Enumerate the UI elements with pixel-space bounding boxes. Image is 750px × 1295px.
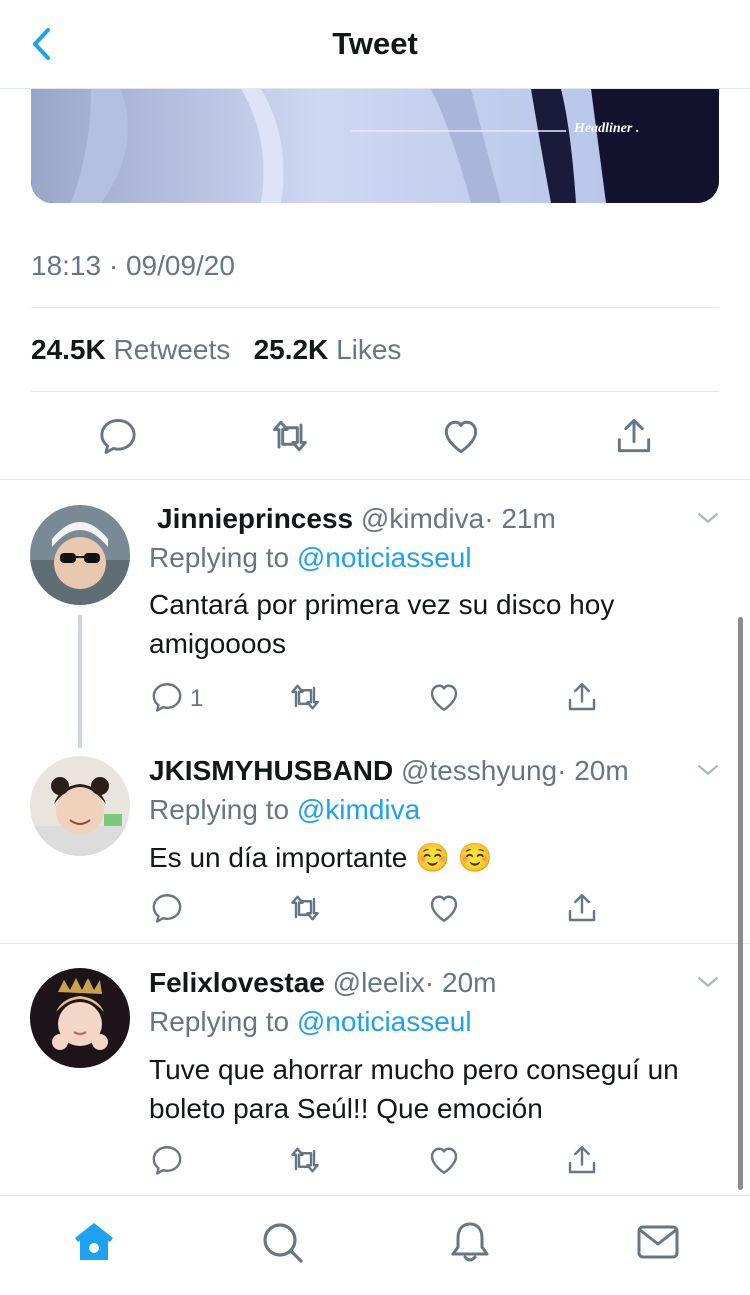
page-title: Tweet [332,26,418,61]
likes-label: Likes [336,334,402,365]
nav-header: Tweet [0,0,750,89]
reply-author-name[interactable]: Felixlovestae [149,967,325,998]
retweet-icon[interactable] [287,890,323,926]
retweets-label: Retweets [113,334,231,365]
reply-icon[interactable] [149,890,185,926]
replying-to: Replying to @kimdiva [149,794,420,826]
replying-to: Replying to @noticiasseul [149,1006,472,1038]
reply-count: 1 [190,685,204,712]
divider [0,943,750,944]
reply-header: Jinnieprincess @kimdiva· 21m [157,503,556,535]
replying-to-handle[interactable]: @noticiasseul [297,1006,472,1037]
home-icon[interactable] [70,1218,118,1266]
divider [0,479,750,480]
replying-prefix: Replying to [149,1006,290,1037]
replying-prefix: Replying to [149,794,290,825]
reply-icon[interactable] [149,1142,185,1178]
reply-text: Cantará por primera vez su disco hoy ami… [149,589,615,659]
like-icon[interactable] [439,414,483,458]
retweet-icon[interactable] [287,679,323,715]
reply-handle[interactable]: @leelix [333,967,425,998]
avatar[interactable] [30,968,130,1068]
reply-time: · 21m [484,503,556,534]
like-icon[interactable] [426,679,462,715]
reply-time: · 20m [557,755,629,786]
scrollbar[interactable] [738,617,743,1190]
chevron-down-icon[interactable] [693,755,723,785]
likes-count: 25.2K [253,334,329,365]
replying-to-handle[interactable]: @kimdiva [297,794,420,825]
chevron-down-icon[interactable] [693,967,723,997]
thread-line [78,615,82,748]
reply-text: Es un día importante ☺️ ☺️ [149,842,493,873]
divider [31,391,719,392]
replying-to: Replying to @noticiasseul [149,542,472,574]
replying-to-handle[interactable]: @noticiasseul [297,542,472,573]
reply-text: Tuve que ahorrar mucho pero conseguí un … [149,1054,679,1124]
avatar[interactable] [30,756,130,856]
retweets-count: 24.5K [31,334,106,365]
share-icon[interactable] [564,679,600,715]
share-icon[interactable] [564,890,600,926]
messages-icon[interactable] [634,1218,682,1266]
media-watermark: Headliner . [574,121,640,136]
reply-header: JKISMYHUSBAND @tesshyung· 20m [149,755,629,787]
retweet-icon[interactable] [287,1142,323,1178]
tweet-media[interactable]: Headliner . [31,89,719,203]
share-icon[interactable] [564,1142,600,1178]
tab-bar [0,1195,750,1295]
reply-time: · 20m [424,967,497,998]
like-icon[interactable] [426,890,462,926]
chevron-down-icon[interactable] [693,503,723,533]
likes-stat[interactable]: 25.2K Likes [254,334,402,365]
reply-author-name[interactable]: Jinnieprincess [157,503,353,534]
tweet-stats: 24.5K Retweets 25.2K Likes [31,334,401,366]
reply-header: Felixlovestae @leelix· 20m [149,967,496,999]
like-icon[interactable] [426,1142,462,1178]
search-icon[interactable] [258,1218,306,1266]
notifications-icon[interactable] [446,1218,494,1266]
divider [31,307,719,308]
tweet-timestamp: 18:13 · 09/09/20 [31,250,235,281]
retweet-icon[interactable] [268,414,312,458]
reply-author-name[interactable]: JKISMYHUSBAND [149,755,393,786]
replying-prefix: Replying to [149,542,290,573]
reply-handle[interactable]: @kimdiva [361,503,484,534]
avatar[interactable] [30,505,130,605]
share-icon[interactable] [612,414,656,458]
reply-icon[interactable] [96,414,140,458]
reply-icon[interactable] [149,679,185,715]
reply-handle[interactable]: @tesshyung [401,755,557,786]
retweets-stat[interactable]: 24.5K Retweets [31,334,230,365]
